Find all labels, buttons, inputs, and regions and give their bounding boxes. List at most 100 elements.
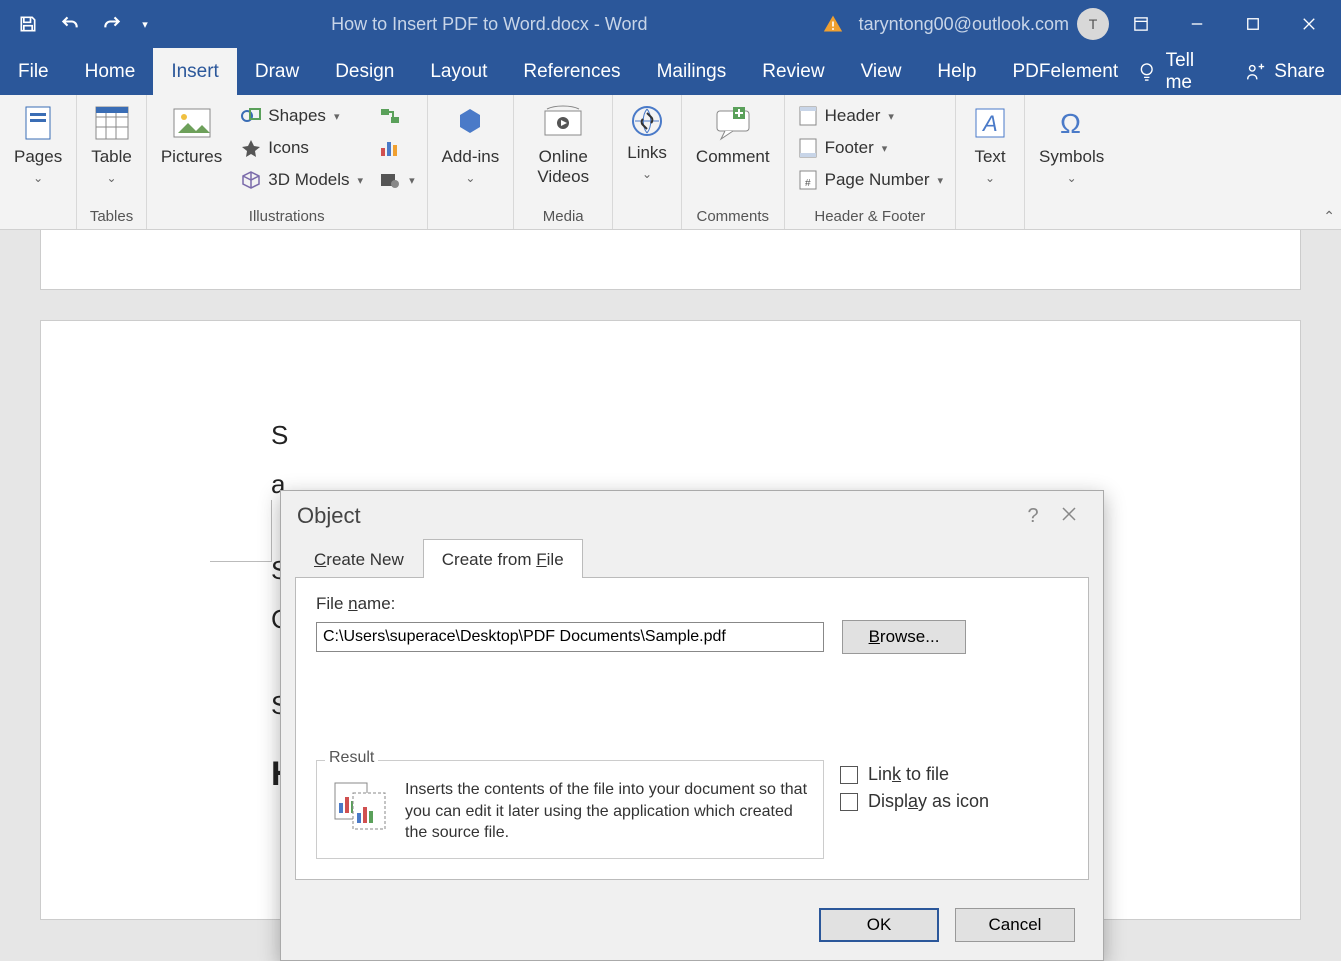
smartart-button[interactable] xyxy=(375,101,419,131)
tell-me-label: Tell me xyxy=(1166,50,1225,94)
minimize-icon[interactable] xyxy=(1173,4,1221,44)
chart-icon xyxy=(379,138,401,158)
tell-me-button[interactable]: Tell me xyxy=(1136,50,1224,94)
chevron-down-icon: ⌄ xyxy=(985,171,995,185)
group-text-label xyxy=(964,206,1016,227)
tab-help[interactable]: Help xyxy=(919,48,994,95)
title-right: taryntong00@outlook.com T xyxy=(823,4,1333,44)
addins-icon xyxy=(450,103,490,143)
link-to-file-checkbox[interactable]: Link to file xyxy=(840,764,1068,785)
group-comments-label: Comments xyxy=(690,206,776,227)
smartart-icon xyxy=(379,106,401,126)
footer-button[interactable]: Footer▾ xyxy=(793,133,947,163)
group-comments: Comment Comments xyxy=(682,95,785,229)
pages-button[interactable]: Pages ⌄ xyxy=(8,101,68,187)
group-links: Links ⌄ xyxy=(613,95,682,229)
filename-input[interactable] xyxy=(316,622,824,652)
group-pages: Pages ⌄ xyxy=(0,95,77,229)
group-illustrations-label: Illustrations xyxy=(155,206,419,227)
save-icon[interactable] xyxy=(8,4,48,44)
online-videos-button[interactable]: Online Videos xyxy=(522,101,604,189)
cancel-button[interactable]: Cancel xyxy=(955,908,1075,942)
lightbulb-icon xyxy=(1136,61,1157,83)
header-button[interactable]: Header▾ xyxy=(793,101,947,131)
symbols-label: Symbols xyxy=(1039,147,1104,167)
svg-text:Ω: Ω xyxy=(1060,108,1081,139)
addins-button[interactable]: Add-ins ⌄ xyxy=(436,101,506,187)
shapes-button[interactable]: Shapes▾ xyxy=(236,101,367,131)
filename-label: File name: xyxy=(316,594,1068,614)
share-button[interactable]: Share xyxy=(1244,61,1325,83)
display-as-icon-checkbox[interactable]: Display as icon xyxy=(840,791,1068,812)
share-icon xyxy=(1244,61,1266,83)
tab-review[interactable]: Review xyxy=(744,48,842,95)
undo-icon[interactable] xyxy=(50,4,90,44)
screenshot-button[interactable]: ▾ xyxy=(375,165,419,195)
redo-icon[interactable] xyxy=(92,4,132,44)
video-icon xyxy=(541,103,585,143)
ok-button[interactable]: OK xyxy=(819,908,939,942)
tab-home[interactable]: Home xyxy=(67,48,154,95)
tab-view[interactable]: View xyxy=(843,48,920,95)
table-label: Table xyxy=(91,147,132,167)
links-label: Links xyxy=(627,143,667,163)
pictures-button[interactable]: Pictures xyxy=(155,101,228,169)
menu-bar: File Home Insert Draw Design Layout Refe… xyxy=(0,48,1341,95)
chart-button[interactable] xyxy=(375,133,419,163)
checkbox-icon xyxy=(840,766,858,784)
icons-label: Icons xyxy=(268,138,309,158)
symbols-icon: Ω xyxy=(1052,103,1092,143)
dialog-title: Object xyxy=(297,503,1015,529)
tab-create-from-file[interactable]: Create from File xyxy=(423,539,583,578)
tab-pdfelement[interactable]: PDFelement xyxy=(995,48,1137,95)
ribbon-display-icon[interactable] xyxy=(1117,4,1165,44)
help-icon[interactable]: ? xyxy=(1015,505,1051,528)
icons-icon xyxy=(240,138,262,158)
chevron-down-icon: ⌄ xyxy=(33,171,43,185)
tab-layout[interactable]: Layout xyxy=(412,48,505,95)
close-icon[interactable] xyxy=(1051,505,1087,528)
checkbox-icon xyxy=(840,793,858,811)
tab-mailings[interactable]: Mailings xyxy=(639,48,745,95)
chevron-down-icon: ⌄ xyxy=(1067,171,1077,185)
group-tables: Table ⌄ Tables xyxy=(77,95,147,229)
group-addins-label xyxy=(436,206,506,227)
ribbon: Pages ⌄ Table ⌄ Tables Pictures Shapes▾ … xyxy=(0,95,1341,230)
tab-file[interactable]: File xyxy=(0,48,67,95)
object-dialog: Object ? Create New Create from File Fil… xyxy=(280,490,1104,961)
close-icon[interactable] xyxy=(1285,4,1333,44)
symbols-button[interactable]: Ω Symbols ⌄ xyxy=(1033,101,1110,187)
pagenumber-button[interactable]: #Page Number▾ xyxy=(793,165,947,195)
ruler-mark xyxy=(210,500,272,562)
header-label: Header xyxy=(825,106,881,126)
tab-insert[interactable]: Insert xyxy=(153,48,237,95)
warning-icon xyxy=(823,14,843,34)
user-avatar[interactable]: T xyxy=(1077,8,1109,40)
table-button[interactable]: Table ⌄ xyxy=(85,101,138,187)
table-icon xyxy=(92,103,132,143)
comment-button[interactable]: Comment xyxy=(690,101,776,169)
text-icon: A xyxy=(970,103,1010,143)
icons-button[interactable]: Icons xyxy=(236,133,367,163)
3d-models-button[interactable]: 3D Models▾ xyxy=(236,165,367,195)
tab-create-new[interactable]: Create New xyxy=(295,539,423,578)
document-area: Sthe cursor whe agroup of tools Sfind th… xyxy=(0,230,1341,906)
tab-draw[interactable]: Draw xyxy=(237,48,317,95)
header-icon xyxy=(797,105,819,127)
footer-label: Footer xyxy=(825,138,874,158)
group-addins: Add-ins ⌄ xyxy=(428,95,515,229)
result-legend: Result xyxy=(325,749,378,767)
page-top-strip xyxy=(40,230,1301,290)
group-links-label xyxy=(621,206,673,227)
text-button[interactable]: A Text ⌄ xyxy=(964,101,1016,187)
group-illustrations: Pictures Shapes▾ Icons 3D Models▾ ▾ Illu… xyxy=(147,95,428,229)
qat-customize-icon[interactable]: ▾ xyxy=(134,4,156,44)
links-button[interactable]: Links ⌄ xyxy=(621,101,673,183)
collapse-ribbon-icon[interactable]: ⌃ xyxy=(1323,208,1335,225)
tab-design[interactable]: Design xyxy=(317,48,412,95)
tab-references[interactable]: References xyxy=(505,48,638,95)
group-symbols: Ω Symbols ⌄ xyxy=(1025,95,1118,229)
maximize-icon[interactable] xyxy=(1229,4,1277,44)
browse-button[interactable]: Browse... xyxy=(842,620,966,654)
group-media-label: Media xyxy=(522,206,604,227)
